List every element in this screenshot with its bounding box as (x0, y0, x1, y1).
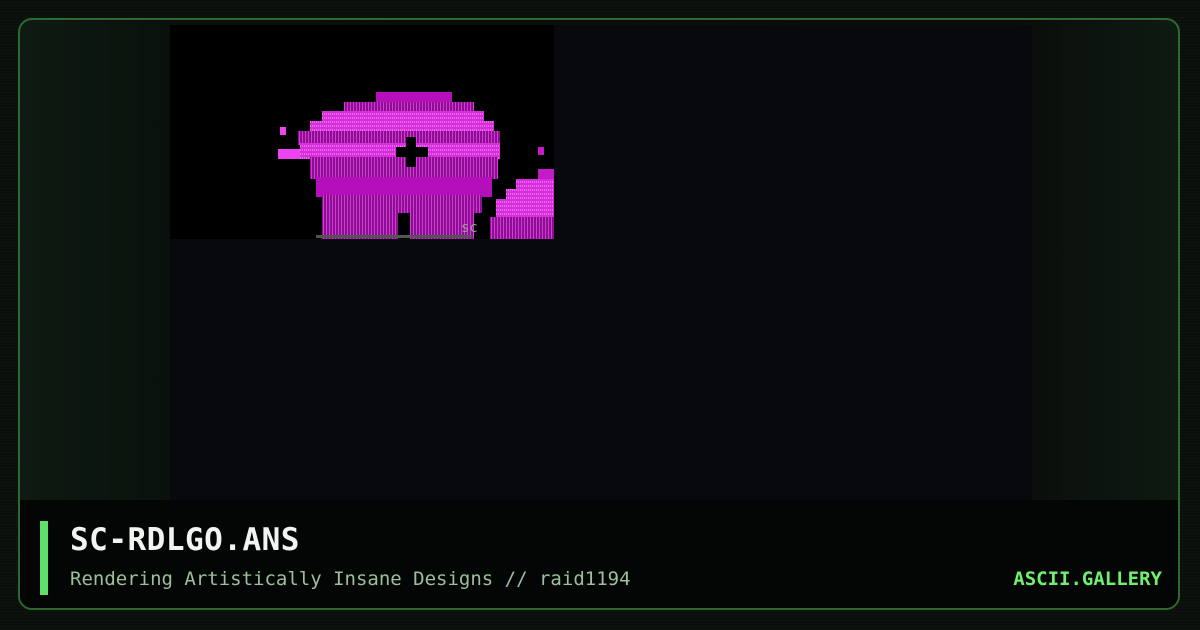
art-blob-row (310, 157, 498, 179)
art-pixel (278, 149, 300, 159)
art-tail (496, 199, 554, 219)
art-tail (490, 217, 554, 239)
art-pixel (538, 147, 544, 155)
art-tail (506, 189, 554, 199)
art-blob-row (298, 131, 500, 145)
art-pixel (280, 127, 286, 135)
art-tail (538, 169, 554, 179)
art-underline (316, 235, 472, 238)
ansi-canvas: sc (170, 25, 1032, 505)
art-cross (396, 147, 428, 157)
art-blob-row (316, 177, 492, 197)
art-signature: sc (461, 220, 478, 236)
art-blob-row (344, 102, 474, 112)
info-footer: SC-RDLGO.ANS Rendering Artistically Insa… (20, 500, 1178, 608)
art-leg-left (322, 211, 398, 239)
accent-bar (40, 521, 48, 595)
artwork-subtitle: Rendering Artistically Insane Designs //… (70, 568, 631, 590)
art-blob-row (322, 195, 482, 213)
ansi-art-image: sc (278, 92, 554, 239)
art-blob-top (376, 92, 452, 102)
site-brand[interactable]: ASCII.GALLERY (1013, 568, 1162, 590)
ansi-artwork: sc (170, 25, 554, 239)
artwork-title: SC-RDLGO.ANS (70, 522, 300, 558)
card-frame: sc SC-RDLGO.ANS Rendering Artistically I… (18, 18, 1180, 610)
